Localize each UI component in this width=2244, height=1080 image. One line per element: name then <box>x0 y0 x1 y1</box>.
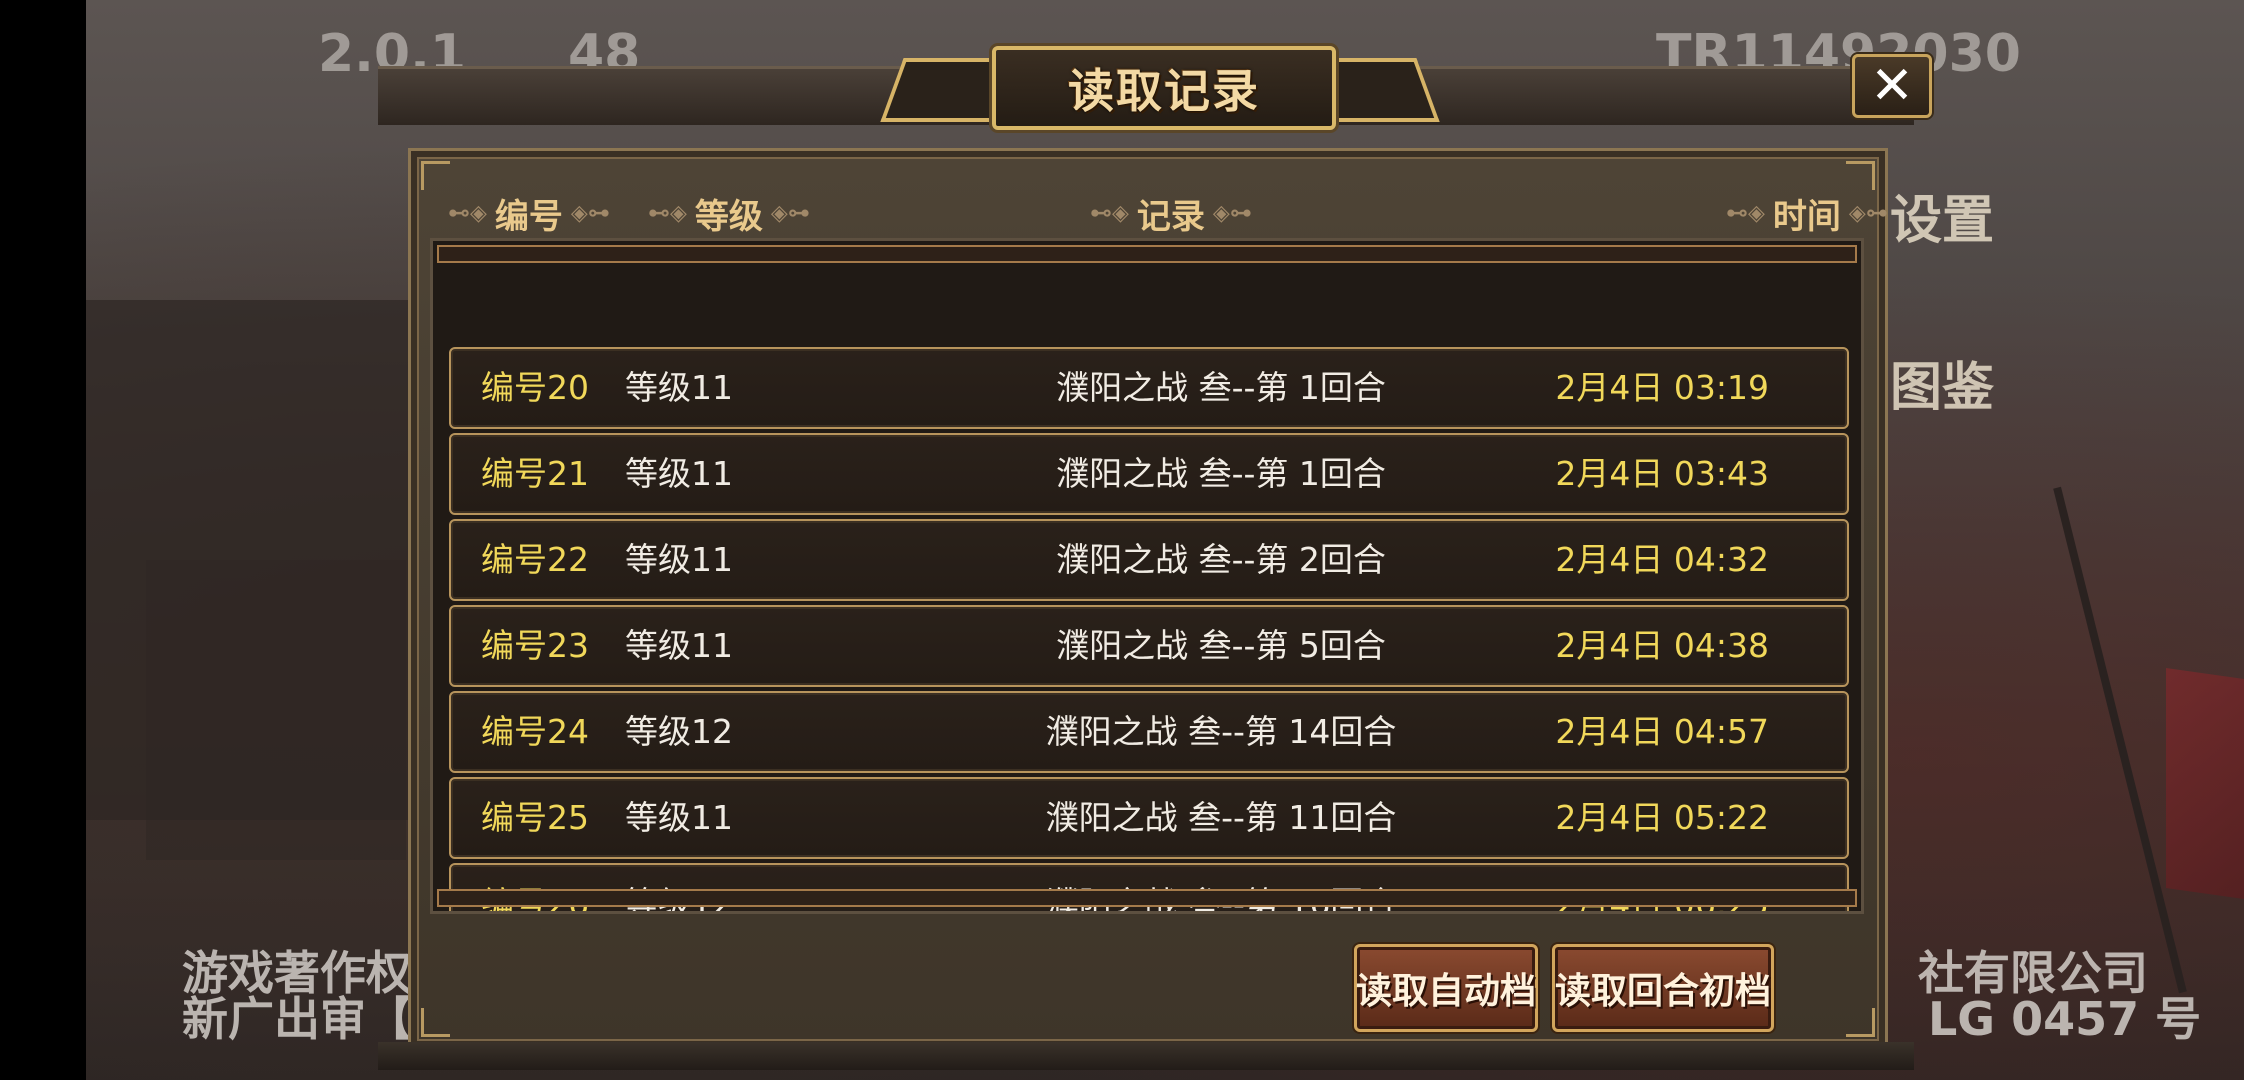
list-edge-top <box>437 245 1857 263</box>
dialog-bottom-bar <box>378 1042 1914 1070</box>
column-header-number-label: 编号 <box>494 196 563 237</box>
record-description: 濮阳之战 叁--第 1回合 <box>1056 368 1386 407</box>
close-icon: ✕ <box>1870 56 1914 116</box>
fortress-tower <box>146 560 406 860</box>
record-number: 编号20 <box>481 368 589 407</box>
record-description: 濮阳之战 叁--第 5回合 <box>1056 626 1386 665</box>
record-number: 编号23 <box>481 626 589 665</box>
ornament-icon: ⊷◈ <box>648 200 687 226</box>
record-row[interactable]: 编号21 等级11 濮阳之战 叁--第 1回合 2月4日 03:43 <box>449 433 1849 515</box>
publisher-line-1: 社有限公司 <box>1918 946 2148 1000</box>
record-row[interactable]: 编号22 等级11 濮阳之战 叁--第 2回合 2月4日 04:32 <box>449 519 1849 601</box>
dialog-title: 读取记录 <box>1068 64 1260 118</box>
corner-ornament <box>1846 161 1875 190</box>
ornament-icon: ◈⊶ <box>770 200 810 226</box>
record-description: 濮阳之战 叁--第 11回合 <box>1045 798 1397 837</box>
corner-ornament <box>1846 1008 1875 1037</box>
record-description: 濮阳之战 叁--第 2回合 <box>1056 540 1386 579</box>
record-time: 2月4日 04:32 <box>1555 540 1769 579</box>
title-plaque-center: 读取记录 <box>992 46 1336 130</box>
record-number: 编号22 <box>481 540 589 579</box>
column-header-time: ⊷◈ 时间 ◈⊶ <box>1718 188 1896 238</box>
ornament-icon: ◈⊶ <box>1848 200 1888 226</box>
record-description: 濮阳之战 叁--第 14回合 <box>1045 712 1397 751</box>
record-level: 等级11 <box>625 454 733 493</box>
load-auto-save-button[interactable]: 读取自动档 <box>1354 944 1538 1032</box>
record-row[interactable]: 编号24 等级12 濮阳之战 叁--第 14回合 2月4日 04:57 <box>449 691 1849 773</box>
record-level: 等级12 <box>625 712 733 751</box>
corner-ornament <box>421 1008 450 1037</box>
load-record-dialog: 读取记录 ✕ ⊷◈ 编号 ◈⊶ ⊷◈ 等级 ◈⊶ ⊷◈ 记录 ◈⊶ ⊷◈ 时间 … <box>378 46 1932 1070</box>
column-header-level-label: 等级 <box>694 196 763 237</box>
record-time: 2月4日 04:38 <box>1555 626 1769 665</box>
ornament-icon: ◈⊶ <box>1212 200 1252 226</box>
record-description: 濮阳之战 叁--第 1回合 <box>1056 454 1386 493</box>
ornament-icon: ⊷◈ <box>1726 200 1765 226</box>
title-plaque: 读取记录 <box>880 40 1440 132</box>
record-time: 2月4日 05:22 <box>1555 798 1769 837</box>
load-turn-start-save-button[interactable]: 读取回合初档 <box>1552 944 1774 1032</box>
ornament-icon: ◈⊶ <box>570 200 610 226</box>
record-time: 2月4日 03:43 <box>1555 454 1769 493</box>
war-banner <box>2166 668 2244 912</box>
record-level: 等级11 <box>625 368 733 407</box>
record-level: 等级11 <box>625 798 733 837</box>
record-row[interactable]: 编号20 等级11 濮阳之战 叁--第 1回合 2月4日 03:19 <box>449 347 1849 429</box>
record-number: 编号21 <box>481 454 589 493</box>
close-button[interactable]: ✕ <box>1852 54 1932 118</box>
column-header-record: ⊷◈ 记录 ◈⊶ <box>1082 188 1260 238</box>
ornament-icon: ⊷◈ <box>1090 200 1129 226</box>
column-header-level: ⊷◈ 等级 ◈⊶ <box>640 188 818 238</box>
column-header-record-label: 记录 <box>1136 196 1205 237</box>
record-level: 等级11 <box>625 540 733 579</box>
record-number: 编号25 <box>481 798 589 837</box>
record-row[interactable]: 编号23 等级11 濮阳之战 叁--第 5回合 2月4日 04:38 <box>449 605 1849 687</box>
record-row[interactable]: 编号25 等级11 濮阳之战 叁--第 11回合 2月4日 05:22 <box>449 777 1849 859</box>
ornament-icon: ⊷◈ <box>448 200 487 226</box>
column-header-time-label: 时间 <box>1772 196 1841 237</box>
record-time: 2月4日 03:19 <box>1555 368 1769 407</box>
record-time: 2月4日 04:57 <box>1555 712 1769 751</box>
load-turn-start-save-label: 读取回合初档 <box>1555 971 1772 1012</box>
publisher-line-2: LG 0457 号 <box>1928 992 2202 1046</box>
record-number: 编号24 <box>481 712 589 751</box>
record-level: 等级11 <box>625 626 733 665</box>
list-edge-bottom <box>437 889 1857 907</box>
save-record-list[interactable]: 编号20 等级11 濮阳之战 叁--第 1回合 2月4日 03:19 编号21 … <box>430 238 1864 914</box>
column-header-number: ⊷◈ 编号 ◈⊶ <box>440 188 618 238</box>
load-auto-save-label: 读取自动档 <box>1356 971 1537 1012</box>
corner-ornament <box>421 161 450 190</box>
